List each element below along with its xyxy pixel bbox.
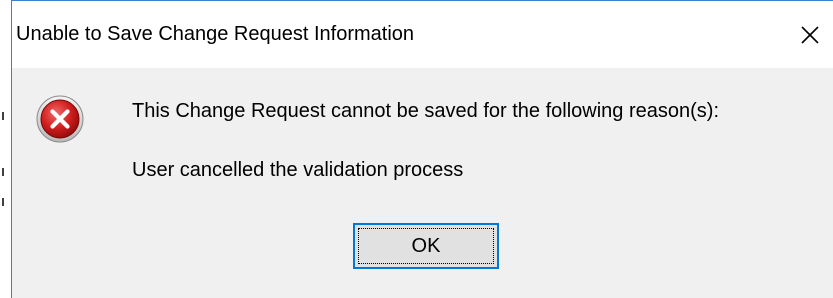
edge-mark: [2, 168, 4, 176]
background-window-edge: [0, 0, 11, 298]
error-dialog: Unable to Save Change Request Informatio…: [11, 0, 833, 298]
edge-mark: [2, 198, 4, 206]
dialog-title: Unable to Save Change Request Informatio…: [16, 23, 415, 45]
error-message: This Change Request cannot be saved for …: [132, 100, 720, 122]
ok-button[interactable]: OK: [353, 223, 499, 269]
close-icon: [801, 26, 819, 44]
error-icon: [36, 95, 84, 143]
screen: Unable to Save Change Request Informatio…: [0, 0, 833, 298]
error-reason: User cancelled the validation process: [132, 159, 464, 181]
dialog-content: This Change Request cannot be saved for …: [12, 68, 833, 298]
close-button[interactable]: [787, 13, 833, 57]
dialog-titlebar[interactable]: Unable to Save Change Request Informatio…: [12, 1, 833, 68]
ok-button-label: OK: [358, 228, 494, 264]
edge-mark: [2, 112, 4, 120]
